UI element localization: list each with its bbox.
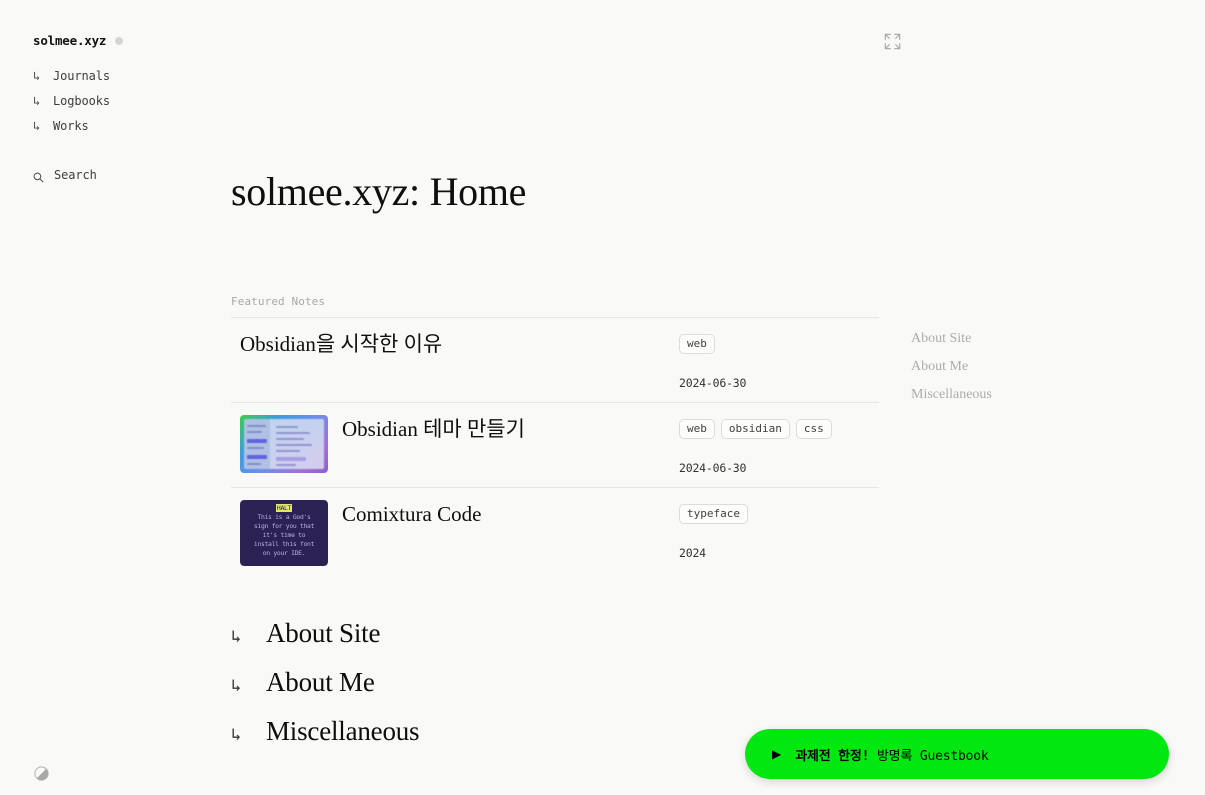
thumbnail-text-line: HALT (275, 504, 293, 512)
thumbnail-shot-highlight (247, 439, 267, 443)
note-date: 2024-06-30 (679, 376, 747, 390)
search-label: Search (54, 168, 97, 182)
side-link-about-site[interactable]: About Site (911, 331, 992, 348)
arrow-down-right-icon: ↳ (231, 725, 242, 745)
thumbnail-text-line: This is a God's (257, 513, 311, 521)
sidebar-nav: ↳ Journals ↳ Logbooks ↳ Works (33, 63, 225, 138)
big-link-label: Miscellaneous (266, 716, 420, 746)
note-title: Comixtura Code (342, 502, 482, 526)
thumbnail-shot-line (276, 464, 296, 466)
tag-group: typeface (679, 504, 879, 524)
note-meta: web 2024-06-30 (679, 330, 879, 390)
guestbook-rest-text: 방명록 Guestbook (869, 748, 989, 764)
site-brand[interactable]: solmee.xyz (33, 33, 225, 48)
side-link-miscellaneous[interactable]: Miscellaneous (911, 387, 992, 404)
big-link-about-me[interactable]: ↳ About Me (231, 667, 419, 716)
tag-pill[interactable]: css (795, 419, 832, 439)
sidebar-item-logbooks[interactable]: ↳ Logbooks (33, 88, 225, 113)
table-row[interactable]: Obsidian을 시작한 이유 web 2024-06-30 (231, 317, 879, 402)
note-thumbnail: HALT This is a God's sign for you that i… (240, 500, 328, 566)
guestbook-strong-text: 과제전 한정! (795, 748, 870, 764)
table-row[interactable]: Obsidian 테마 만들기 web obsidian css 2024-06… (231, 402, 879, 487)
main-content: solmee.xyz: Home Featured Notes Obsidian… (231, 0, 1205, 795)
thumbnail-text-line: sign for you that (253, 522, 315, 530)
note-meta: typeface 2024 (679, 500, 879, 560)
featured-notes-label: Featured Notes (231, 295, 326, 308)
side-link-about-me[interactable]: About Me (911, 359, 992, 376)
note-left: Obsidian 테마 만들기 (231, 415, 679, 473)
big-links: ↳ About Site ↳ About Me ↳ Miscellaneous (231, 618, 420, 765)
thumbnail-screenshot (244, 419, 324, 469)
thumbnail-shot-line (247, 431, 262, 433)
tag-pill[interactable]: web (679, 419, 715, 439)
thumbnail-text-line: install this font (253, 540, 315, 548)
sidebar-item-journals[interactable]: ↳ Journals (33, 63, 225, 88)
guestbook-banner[interactable]: ▶ 과제전 한정! 방명록 Guestbook (745, 729, 1169, 779)
thumbnail-shot-line (276, 432, 310, 434)
tag-group: web obsidian css (679, 419, 879, 439)
sidebar-item-works[interactable]: ↳ Works (33, 113, 225, 138)
thumbnail-text-line: on your IDE. (262, 549, 306, 557)
play-triangle-icon: ▶ (772, 747, 782, 761)
thumbnail-shot-highlight (247, 455, 267, 459)
tag-pill[interactable]: typeface (679, 504, 748, 524)
side-links: About Site About Me Miscellaneous (911, 331, 992, 403)
arrow-down-right-icon: ↳ (33, 68, 41, 83)
sidebar-item-label: Works (53, 118, 89, 133)
tag-pill[interactable]: web (679, 334, 715, 354)
big-link-about-site[interactable]: ↳ About Site (231, 618, 419, 667)
big-link-miscellaneous[interactable]: ↳ Miscellaneous (231, 716, 420, 765)
note-date: 2024 (679, 546, 706, 560)
arrow-down-right-icon: ↳ (33, 118, 41, 133)
thumbnail-shot-highlight (276, 457, 306, 461)
sidebar-item-label: Journals (53, 68, 110, 83)
featured-notes-section: Featured Notes Obsidian을 시작한 이유 web 2024… (231, 295, 879, 578)
arrow-down-right-icon: ↳ (33, 93, 41, 108)
thumbnail-shot-line (276, 438, 304, 440)
thumbnail-shot-line (247, 463, 261, 465)
table-row[interactable]: HALT This is a God's sign for you that i… (231, 487, 879, 578)
thumbnail-shot-line (247, 447, 264, 449)
half-circle-theme-icon[interactable] (34, 766, 49, 781)
big-link-label: About Site (266, 618, 381, 648)
arrow-down-right-icon: ↳ (231, 627, 242, 647)
thumbnail-text-line: it's time to (262, 531, 306, 539)
thumbnail-shot-line (276, 444, 312, 446)
search-icon (33, 170, 44, 183)
note-left: HALT This is a God's sign for you that i… (231, 500, 679, 566)
sidebar-item-label: Logbooks (53, 93, 110, 108)
site-brand-name: solmee.xyz (33, 33, 107, 48)
note-title: Obsidian을 시작한 이유 (240, 332, 443, 356)
tag-pill[interactable]: obsidian (720, 419, 790, 439)
note-date: 2024-06-30 (679, 461, 747, 475)
status-dot-icon (115, 36, 124, 45)
thumbnail-shot-line (247, 425, 266, 427)
search-button[interactable]: Search (33, 164, 225, 186)
big-link-label: About Me (266, 667, 375, 697)
note-title: Obsidian 테마 만들기 (342, 417, 525, 441)
sidebar: solmee.xyz ↳ Journals ↳ Logbooks ↳ Works… (0, 0, 225, 795)
page-title: solmee.xyz: Home (231, 169, 527, 214)
thumbnail-shot-line (276, 450, 300, 452)
guestbook-label: 과제전 한정! 방명록 Guestbook (795, 745, 988, 764)
tag-group: web (679, 334, 879, 354)
arrow-down-right-icon: ↳ (231, 676, 242, 696)
note-thumbnail (240, 415, 328, 473)
note-meta: web obsidian css 2024-06-30 (679, 415, 879, 475)
thumbnail-shot-line (276, 426, 298, 428)
note-left: Obsidian을 시작한 이유 (231, 330, 679, 357)
